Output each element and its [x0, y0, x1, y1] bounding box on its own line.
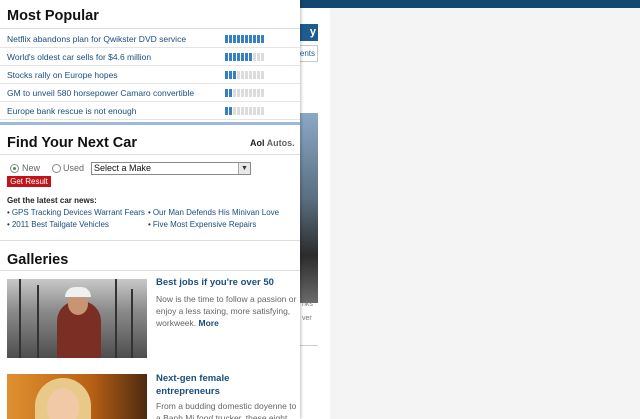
section-divider: [0, 122, 300, 125]
list-item[interactable]: GM to unveil 580 horsepower Camaro conve…: [0, 84, 300, 102]
gallery-thumbnail-entrepreneur[interactable]: [7, 374, 147, 419]
background-caption: nks: [302, 301, 313, 308]
more-link[interactable]: More: [199, 318, 219, 328]
story-link[interactable]: Stocks rally on Europe hopes: [7, 70, 118, 80]
popularity-meter: [225, 53, 265, 61]
car-news-heading: Get the latest car news:: [7, 196, 97, 205]
list-item[interactable]: Stocks rally on Europe hopes: [0, 66, 300, 84]
gallery-description: Now is the time to follow a passion or e…: [156, 294, 297, 328]
news-link[interactable]: Our Man Defends His Minivan Love: [148, 208, 279, 217]
popularity-meter: [225, 71, 265, 79]
divider: [0, 154, 300, 155]
story-link[interactable]: Europe bank rescue is not enough: [7, 106, 136, 116]
top-nav-bar: [300, 0, 640, 8]
list-item[interactable]: Europe bank rescue is not enough: [0, 102, 300, 120]
list-item[interactable]: Netflix abandons plan for Qwikster DVD s…: [0, 30, 300, 48]
story-link[interactable]: Netflix abandons plan for Qwikster DVD s…: [7, 34, 186, 44]
gallery-description: From a budding domestic doyenne to a Ban…: [156, 401, 297, 419]
story-link[interactable]: GM to unveil 580 horsepower Camaro conve…: [7, 88, 194, 98]
list-item[interactable]: World's oldest car sells for $4.6 millio…: [0, 48, 300, 66]
divider: [300, 345, 318, 346]
divider: [0, 28, 300, 29]
popularity-meter: [225, 35, 265, 43]
chevron-down-icon[interactable]: ▼: [238, 163, 250, 174]
make-select[interactable]: Select a Make ▼: [91, 162, 251, 175]
radio-new-label[interactable]: New: [22, 163, 40, 173]
popularity-meter: [225, 89, 265, 97]
radio-used[interactable]: [52, 164, 61, 173]
sidebar-panel: Most Popular Netflix abandons plan for Q…: [0, 0, 300, 419]
car-finder-heading: Find Your Next Car: [7, 135, 137, 151]
divider: [0, 270, 300, 271]
section-divider: [0, 240, 300, 241]
galleries-heading: Galleries: [7, 252, 69, 268]
popularity-meter: [225, 107, 265, 115]
gallery-title[interactable]: Next-gen female entrepreneurs: [156, 372, 276, 398]
news-link[interactable]: Five Most Expensive Repairs: [148, 220, 257, 229]
most-popular-heading: Most Popular: [7, 8, 99, 24]
news-link[interactable]: 2011 Best Tailgate Vehicles: [7, 220, 109, 229]
get-result-button[interactable]: Get Result: [7, 176, 51, 187]
radio-used-label[interactable]: Used: [63, 163, 84, 173]
story-link[interactable]: World's oldest car sells for $4.6 millio…: [7, 52, 151, 62]
background-caption: ver: [302, 315, 312, 322]
news-link[interactable]: GPS Tracking Devices Warrant Fears: [7, 208, 145, 217]
gallery-thumbnail-worker[interactable]: [7, 279, 147, 358]
gallery-title[interactable]: Best jobs if you're over 50: [156, 276, 274, 289]
radio-new[interactable]: [10, 164, 19, 173]
aol-autos-logo: Aol Autos.: [250, 138, 295, 148]
background-photo: [300, 113, 318, 303]
